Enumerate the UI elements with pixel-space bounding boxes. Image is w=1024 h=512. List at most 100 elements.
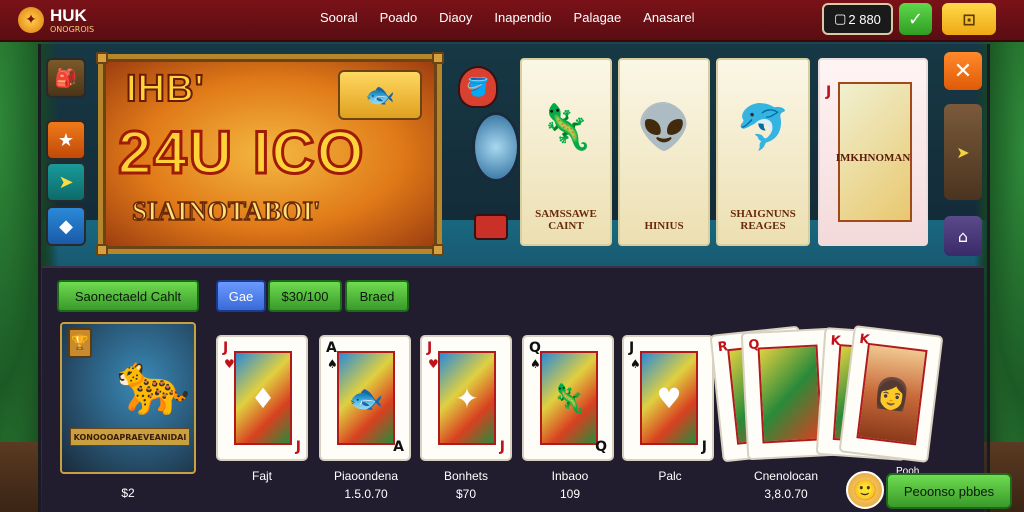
nav-item-3[interactable]: Diaoy	[439, 10, 472, 25]
card-rank: K	[830, 333, 842, 350]
card-art: ✦	[438, 351, 496, 445]
card-rank-bottom: J	[295, 439, 301, 455]
card-art: ♥	[640, 351, 698, 445]
check-icon: ✓	[907, 8, 924, 30]
card-label: Bonhets	[443, 469, 489, 483]
banner-rivet	[432, 52, 444, 64]
puma-icon: 🐆	[116, 349, 191, 419]
home-icon: ⌂	[957, 226, 969, 246]
close-button[interactable]: ✕	[944, 52, 982, 90]
card-rank-bottom: J	[499, 439, 505, 455]
woman-portrait-icon: 👩	[856, 342, 928, 446]
wallet-icon: ⊡	[962, 9, 976, 29]
feature-card-3[interactable]: 🐬 SHAIGNUNS REAGES	[716, 58, 810, 246]
close-icon: ✕	[953, 58, 973, 84]
banner-fish-icon: 🐟	[338, 70, 422, 120]
feature-card-label: SHAIGNUNS REAGES	[730, 207, 796, 232]
bread-button[interactable]: Braed	[345, 280, 409, 312]
face-icon: 🙂	[852, 478, 878, 502]
arrow-right-icon: ➤	[58, 171, 74, 193]
card-value: $70	[455, 487, 477, 501]
nav-item-1[interactable]: Sooral	[320, 10, 358, 25]
card-rank: J	[629, 340, 635, 356]
card-rank: Q	[748, 337, 760, 354]
promo-button[interactable]: Peoonso pbbes	[886, 473, 1012, 509]
next-button[interactable]: ➤	[944, 104, 982, 200]
feature-card-1[interactable]: 🦎 SAMSSAWE CAINT	[520, 58, 612, 246]
feature-card-2[interactable]: 👽 HINIUS	[618, 58, 710, 246]
fan-label: Cnenolocan	[753, 469, 819, 483]
fan-value: 3,8.0.70	[764, 487, 808, 501]
select-button[interactable]: Saonectaeld Cahlt	[57, 280, 199, 312]
banner-rivet	[96, 244, 108, 256]
playing-card[interactable]: J ♠ ♥ J	[622, 335, 714, 461]
fish-icon: 🐬	[735, 102, 791, 153]
bag-icon: 🎒	[54, 67, 78, 89]
card-rank: R	[717, 339, 729, 356]
bag-button[interactable]: 🎒	[46, 58, 86, 98]
card-value: 109	[559, 487, 581, 501]
banner-rivet	[432, 244, 444, 256]
card-rank: K	[858, 331, 871, 348]
top-bar: ✦ HUK ONOGROIS Sooral Poado Diaoy Inapen…	[0, 0, 1024, 42]
play-button[interactable]: ➤	[46, 162, 86, 202]
bet-button[interactable]: $30/100	[268, 280, 342, 312]
logo-badge-icon: ✦	[18, 7, 44, 33]
toolbox-icon	[474, 214, 508, 240]
banner-rivet	[96, 52, 108, 64]
card-rank: J	[223, 340, 229, 356]
player-avatar[interactable]: 🙂	[846, 471, 884, 509]
chameleon-icon: 🦎	[538, 102, 594, 153]
card-rank: J	[826, 84, 832, 100]
nav-item-4[interactable]: Inapendio	[494, 10, 551, 25]
card-art: ♦	[234, 351, 292, 445]
card-label: Palc	[658, 469, 682, 483]
trophy-icon: 🏆	[68, 328, 92, 358]
playing-card[interactable]: J ♥ ✦ J	[420, 335, 512, 461]
feature-card-label: IMKHNOMAN	[835, 151, 911, 164]
card-label: Piaoondena	[333, 469, 399, 483]
nav-item-2[interactable]: Poado	[380, 10, 418, 25]
card-label: Fajt	[251, 469, 272, 483]
playing-card[interactable]: Q ♠ 🦎 Q	[522, 335, 614, 461]
feature-card-label: HINIUS	[644, 219, 684, 232]
character-tile[interactable]: 🏆 🐆 KONOOOAPRAEVEANIDAI	[60, 322, 196, 474]
fanned-card[interactable]: 👩 K	[838, 324, 944, 464]
balance-display[interactable]: ▢ 2 880	[822, 3, 893, 35]
card-rank-bottom: A	[393, 439, 404, 455]
banner-line-1: IHB'	[125, 67, 205, 111]
character-plaque: KONOOOAPRAEVEANIDAI	[70, 428, 190, 446]
balance-value: 2 880	[848, 11, 881, 27]
main-nav: Sooral Poado Diaoy Inapendio Palagae Ana…	[320, 10, 695, 25]
bonus-button[interactable]: ◆	[46, 206, 86, 246]
logo-subtitle: ONOGROIS	[50, 24, 95, 34]
feature-card-4[interactable]: J IMKHNOMAN	[818, 58, 928, 246]
card-label: Inbaoo	[551, 469, 589, 483]
feature-card-label: SAMSSAWE CAINT	[535, 207, 597, 232]
bucket-icon: 🪣	[458, 66, 498, 108]
playing-card[interactable]: A ♠ 🐟 A	[319, 335, 411, 461]
coin-stack-icon: ▢	[834, 11, 847, 26]
alien-icon: 👽	[636, 102, 692, 153]
wallet-button[interactable]: ⊡	[942, 3, 996, 35]
gae-button[interactable]: Gae	[216, 280, 266, 312]
card-rank: J	[427, 340, 433, 356]
card-rank-bottom: J	[701, 439, 707, 455]
card-rank-bottom: Q	[595, 439, 607, 455]
arrow-right-icon: ➤	[956, 142, 970, 162]
favorites-button[interactable]: ★	[46, 120, 86, 160]
card-art: 🦎	[540, 351, 598, 445]
nav-item-5[interactable]: Palagae	[574, 10, 622, 25]
confirm-button[interactable]: ✓	[899, 3, 932, 35]
playing-card[interactable]: J ♥ ♦ J	[216, 335, 308, 461]
card-art	[757, 344, 823, 444]
nav-item-6[interactable]: Anasarel	[643, 10, 694, 25]
card-rank: A	[326, 340, 337, 356]
banner-line-2: 24U ICO	[116, 118, 366, 188]
star-icon: ★	[57, 129, 75, 151]
home-button[interactable]: ⌂	[944, 216, 982, 256]
lifebuoy-icon	[472, 112, 520, 182]
logo-title: HUK	[50, 5, 87, 25]
logo[interactable]: ✦ HUK ONOGROIS	[18, 4, 128, 36]
card-art: 🐟	[337, 351, 395, 445]
